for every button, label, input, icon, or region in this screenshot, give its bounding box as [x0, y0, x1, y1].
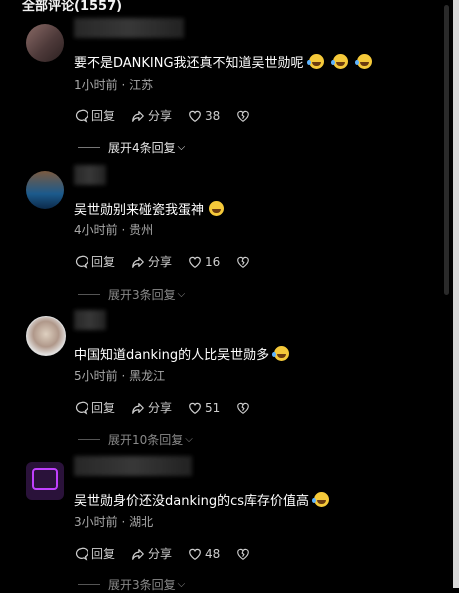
chevron-down-icon: ⌵ [177, 579, 186, 590]
dislike-button[interactable] [236, 547, 253, 561]
like-button[interactable]: 51 [188, 401, 220, 415]
dislike-button[interactable] [236, 109, 253, 123]
expand-replies[interactable]: 展开4条回复 ⌵ [78, 139, 185, 156]
comment-text-content: 吴世勋身价还没danking的cs库存价值高 [74, 494, 310, 509]
comment-actions: 回复 分享 48 [74, 545, 269, 562]
broken-heart-icon [237, 110, 250, 122]
share-label: 分享 [148, 401, 173, 415]
broken-heart-icon [237, 402, 250, 414]
share-button[interactable]: 分享 [131, 545, 172, 562]
expand-replies[interactable]: 展开10条回复 ⌵ [78, 431, 193, 448]
comment-text-content: 吴世勋别来碰瓷我蛋神 [74, 203, 205, 218]
comment-actions: 回复 分享 38 [74, 107, 269, 124]
share-icon [132, 402, 144, 414]
username-blurred[interactable] [74, 165, 106, 185]
share-button[interactable]: 分享 [131, 399, 172, 416]
like-button[interactable]: 38 [188, 109, 220, 123]
like-count: 38 [205, 108, 221, 123]
comment-meta: 5小时前 · 黑龙江 [74, 369, 166, 383]
expand-replies-label: 展开10条回复 [108, 433, 184, 447]
reply-button[interactable]: 回复 [74, 253, 115, 270]
divider-line [78, 294, 100, 295]
comment-meta: 1小时前 · 江苏 [74, 78, 154, 92]
comment-text: 要不是DANKING我还真不知道吴世勋呢 [74, 52, 372, 71]
comment-meta: 4小时前 · 贵州 [74, 223, 154, 237]
reply-button[interactable]: 回复 [74, 399, 115, 416]
like-count: 16 [205, 254, 221, 269]
comment-bubble-icon [75, 109, 88, 123]
reply-label: 回复 [91, 547, 116, 561]
rolling-laugh-emoji [306, 54, 324, 69]
expand-replies-label: 展开3条回复 [108, 288, 176, 302]
divider-line [78, 584, 100, 585]
comment-bubble-icon [75, 401, 88, 415]
comments-header: 全部评论(1557) [22, 0, 123, 14]
share-icon [132, 110, 144, 122]
dislike-button[interactable] [236, 401, 253, 415]
dislike-button[interactable] [236, 255, 253, 269]
username-blurred[interactable] [74, 310, 106, 330]
divider-line [78, 439, 100, 440]
heart-icon [189, 548, 201, 560]
rolling-laugh-emoji [312, 492, 330, 507]
share-label: 分享 [148, 547, 173, 561]
avatar[interactable] [26, 171, 64, 209]
rolling-laugh-emoji [272, 346, 290, 361]
reply-label: 回复 [91, 401, 116, 415]
username-blurred[interactable] [74, 456, 192, 476]
window-edge [453, 0, 459, 588]
comment-text-content: 中国知道danking的人比吴世勋多 [74, 348, 270, 363]
reply-button[interactable]: 回复 [74, 107, 115, 124]
reply-label: 回复 [91, 109, 116, 123]
broken-heart-icon [237, 256, 250, 268]
share-button[interactable]: 分享 [131, 253, 172, 270]
avatar[interactable] [26, 24, 64, 62]
expand-replies[interactable]: 展开3条回复 ⌵ [78, 286, 185, 303]
rolling-laugh-emoji [330, 54, 348, 69]
avatar[interactable] [26, 462, 64, 500]
comment-text: 吴世勋别来碰瓷我蛋神 [74, 199, 225, 218]
expand-replies-label: 展开4条回复 [108, 141, 176, 155]
comment-text: 中国知道danking的人比吴世勋多 [74, 344, 290, 363]
like-button[interactable]: 16 [188, 255, 220, 269]
heart-icon [189, 402, 201, 414]
rolling-laugh-emoji [354, 54, 372, 69]
like-count: 48 [205, 546, 221, 561]
share-icon [132, 256, 144, 268]
reply-button[interactable]: 回复 [74, 545, 115, 562]
chevron-down-icon: ⌵ [177, 142, 186, 153]
chevron-down-icon: ⌵ [185, 434, 193, 445]
username-blurred[interactable] [74, 18, 184, 38]
heart-icon [189, 110, 201, 122]
divider-line [78, 147, 100, 148]
comment-text: 吴世勋身价还没danking的cs库存价值高 [74, 490, 330, 509]
comment-actions: 回复 分享 51 [74, 399, 269, 416]
scrollbar[interactable] [444, 5, 449, 295]
like-button[interactable]: 48 [188, 547, 220, 561]
heart-icon [189, 256, 201, 268]
reply-label: 回复 [91, 255, 116, 269]
comment-meta: 3小时前 · 湖北 [74, 515, 154, 529]
like-count: 51 [205, 400, 221, 415]
broken-heart-icon [237, 548, 250, 560]
chevron-down-icon: ⌵ [177, 289, 186, 300]
comment-bubble-icon [75, 547, 88, 561]
comment-actions: 回复 分享 16 [74, 253, 269, 270]
share-button[interactable]: 分享 [131, 107, 172, 124]
share-icon [132, 548, 144, 560]
comment-text-content: 要不是DANKING我还真不知道吴世勋呢 [74, 56, 304, 71]
avatar[interactable] [26, 316, 66, 356]
expand-replies-label: 展开3条回复 [108, 578, 176, 592]
share-label: 分享 [148, 109, 173, 123]
expand-replies[interactable]: 展开3条回复 ⌵ [78, 576, 185, 593]
share-label: 分享 [148, 255, 173, 269]
smirk-emoji [209, 201, 225, 216]
comment-bubble-icon [75, 255, 88, 269]
